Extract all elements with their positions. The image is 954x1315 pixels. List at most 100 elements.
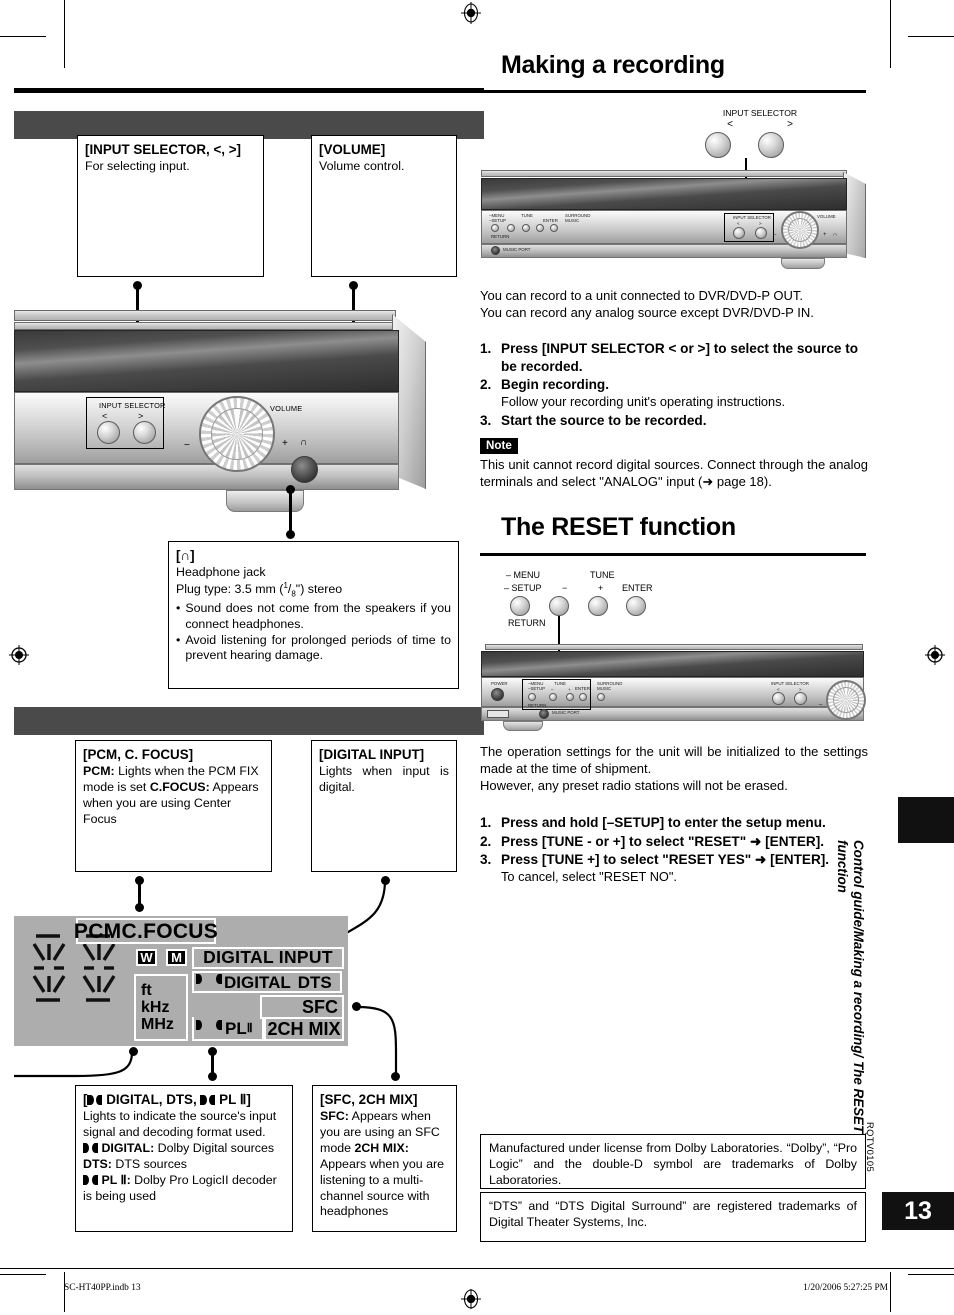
display-indicator-digital-input: DIGITAL INPUT [192, 947, 344, 969]
reset-button-setup[interactable] [510, 596, 530, 616]
unit-lower-strip [14, 464, 399, 490]
heading-reset-function: The RESET function [501, 513, 736, 541]
recording-step-1-number: 1. [480, 341, 492, 356]
display-label-mhz: MHz [141, 1016, 174, 1034]
rec-is-button-right[interactable] [755, 227, 767, 239]
rec-volume-label: VOLUME [817, 214, 836, 219]
headphone-jack[interactable] [291, 456, 318, 483]
unit-illustration-recording: –MENU –SETUP TUNE ENTER SURROUND MUSIC R… [481, 170, 870, 278]
reset-unit-foot [503, 721, 543, 731]
reset-unit-plus-label: + [568, 687, 571, 692]
reset-intro-line2: However, any preset radio stations will … [480, 777, 788, 793]
reset-step-1-text: Press and hold [–SETUP] to enter the set… [501, 815, 826, 830]
reset-is-button-right[interactable] [794, 692, 807, 705]
rec-volume-knob[interactable] [781, 211, 819, 249]
rec-music-port-label: MUSIC PORT [503, 247, 531, 252]
callout-headphone-jack: [∩] Headphone jack Plug type: 3.5 mm (1/… [168, 541, 459, 689]
reset-power-button[interactable] [491, 688, 504, 701]
callout-dd-title: [ DIGITAL, DTS, PL Ⅱ] [83, 1091, 285, 1108]
display-label-m: M [171, 950, 182, 965]
display-label-2ch-mix: 2CH MIX [267, 1019, 341, 1039]
display-label-digital: DIGITAL [224, 972, 291, 992]
reset-enter-label: ENTER [622, 583, 653, 593]
display-indicator-m: M [166, 949, 187, 966]
callout-dd-title-post: DIGITAL, DTS, [102, 1092, 201, 1107]
rec-btn-1[interactable] [491, 224, 499, 232]
display-label-pcm: PCM [73, 919, 122, 943]
reset-step-3-number: 3. [480, 852, 492, 868]
reset-setup-label: – SETUP [504, 583, 542, 593]
display-indicator-units: ft kHz MHz [134, 974, 188, 1041]
callout-2chmix-text: Appears when you are listening to a mult… [320, 1156, 444, 1219]
reset-tune-label: TUNE [590, 570, 615, 580]
reset-is-button-left[interactable] [772, 692, 785, 705]
heading-making-a-recording: Making a recording [501, 51, 725, 79]
input-selector-arrow-right: > [138, 411, 144, 421]
dolby-double-d-icon-display1 [196, 974, 223, 990]
reset-unit-btn-enter[interactable] [579, 693, 587, 701]
display-label-dts: DTS [297, 972, 332, 992]
reset-unit-top [485, 644, 863, 650]
callout-volume: [VOLUME] Volume control. [311, 135, 457, 277]
display-label-sfc: SFC [302, 997, 338, 1017]
reset-button-tune-plus[interactable] [588, 596, 608, 616]
rec-btn-3[interactable] [522, 224, 530, 232]
reset-button-tune-minus[interactable] [549, 596, 569, 616]
display-label-ft: ft [141, 981, 152, 999]
callout-digital-input-body: Lights when input is digital. [319, 764, 449, 795]
reset-volume-knob[interactable] [826, 680, 866, 720]
dolby-double-d-icon-3 [83, 1142, 98, 1153]
recording-note-text: This unit cannot record digital sources.… [480, 457, 868, 489]
reset-unit-btn-tune-plus[interactable] [566, 693, 574, 701]
display-indicator-w: W [136, 949, 157, 966]
callout-dd-title-post2: PL Ⅱ] [215, 1092, 251, 1107]
recording-diagram-button-right[interactable] [758, 132, 784, 158]
dolby-double-d-icon-2 [200, 1095, 216, 1105]
reset-intro-line1: The operation settings for the unit will… [480, 744, 868, 776]
callout-headphone-bullet2: Avoid listening for prolonged periods of… [185, 632, 451, 663]
volume-knob[interactable] [199, 396, 275, 472]
rec-btn-4[interactable] [536, 224, 544, 232]
input-selector-left-button[interactable] [97, 421, 120, 444]
rec-btn-2[interactable] [507, 224, 515, 232]
recording-step-3-number: 3. [480, 412, 492, 428]
rec-is-button-left[interactable] [733, 227, 745, 239]
recording-intro-line2: You can record any analog source except … [480, 304, 814, 320]
reset-button-enter[interactable] [626, 596, 646, 616]
callout-cfocus-label: C.FOCUS: [149, 780, 210, 795]
display-indicator-2ch-mix: 2CH MIX [264, 1017, 344, 1041]
margin-rqt-code: RQTV0105 [865, 1122, 876, 1173]
leader-dot-sfc-end [391, 1072, 400, 1081]
rec-music-label: MUSIC [565, 218, 580, 223]
callout-volume-body: Volume control. [319, 159, 405, 174]
rec-input-selector-label: INPUT SELECTOR [733, 215, 771, 220]
unit-illustration-reset: POWER –MENU –SETUP TUNE – + ENTER RETURN… [481, 644, 870, 734]
rec-music-port-jack[interactable] [491, 246, 500, 255]
unit-top-lid2 [14, 322, 399, 330]
reset-unit-btn-setup[interactable] [528, 693, 536, 701]
section-band-display [14, 707, 484, 735]
leader-dot-dd-end [208, 1072, 217, 1081]
crop-mark-left-h2 [0, 1274, 46, 1275]
reset-btn-surround[interactable] [597, 693, 605, 701]
reset-music-label: MUSIC [597, 686, 612, 691]
recording-diagram-button-left[interactable] [705, 132, 731, 158]
crop-mark-left-h [0, 36, 46, 37]
callout-headphone-title: [∩] [176, 548, 195, 563]
reset-unit-btn-tune-minus[interactable] [549, 693, 557, 701]
callout-input-selector: [INPUT SELECTOR, <, >] For selecting inp… [77, 135, 264, 277]
leader-dot-headphone-end [286, 530, 295, 539]
rec-setup-label: –SETUP [489, 218, 507, 223]
recording-step-3-text: Start the source to be recorded. [501, 412, 707, 428]
trademark-dolby-text: Manufactured under license from Dolby La… [489, 1141, 857, 1187]
footer-divider [0, 1268, 954, 1269]
callout-digital-input-title: [DIGITAL INPUT] [319, 747, 425, 762]
rec-btn-5[interactable] [550, 224, 558, 232]
heading-rule-reset [480, 553, 866, 556]
reset-unit-enter-label: ENTER [575, 686, 590, 691]
input-selector-label: INPUT SELECTOR [99, 401, 166, 410]
input-selector-right-button[interactable] [133, 421, 156, 444]
recording-step-1: 1. Press [INPUT SELECTOR < or >] to sele… [480, 340, 868, 375]
reset-music-port-jack[interactable] [539, 709, 549, 719]
rec-unit-display [481, 178, 847, 210]
